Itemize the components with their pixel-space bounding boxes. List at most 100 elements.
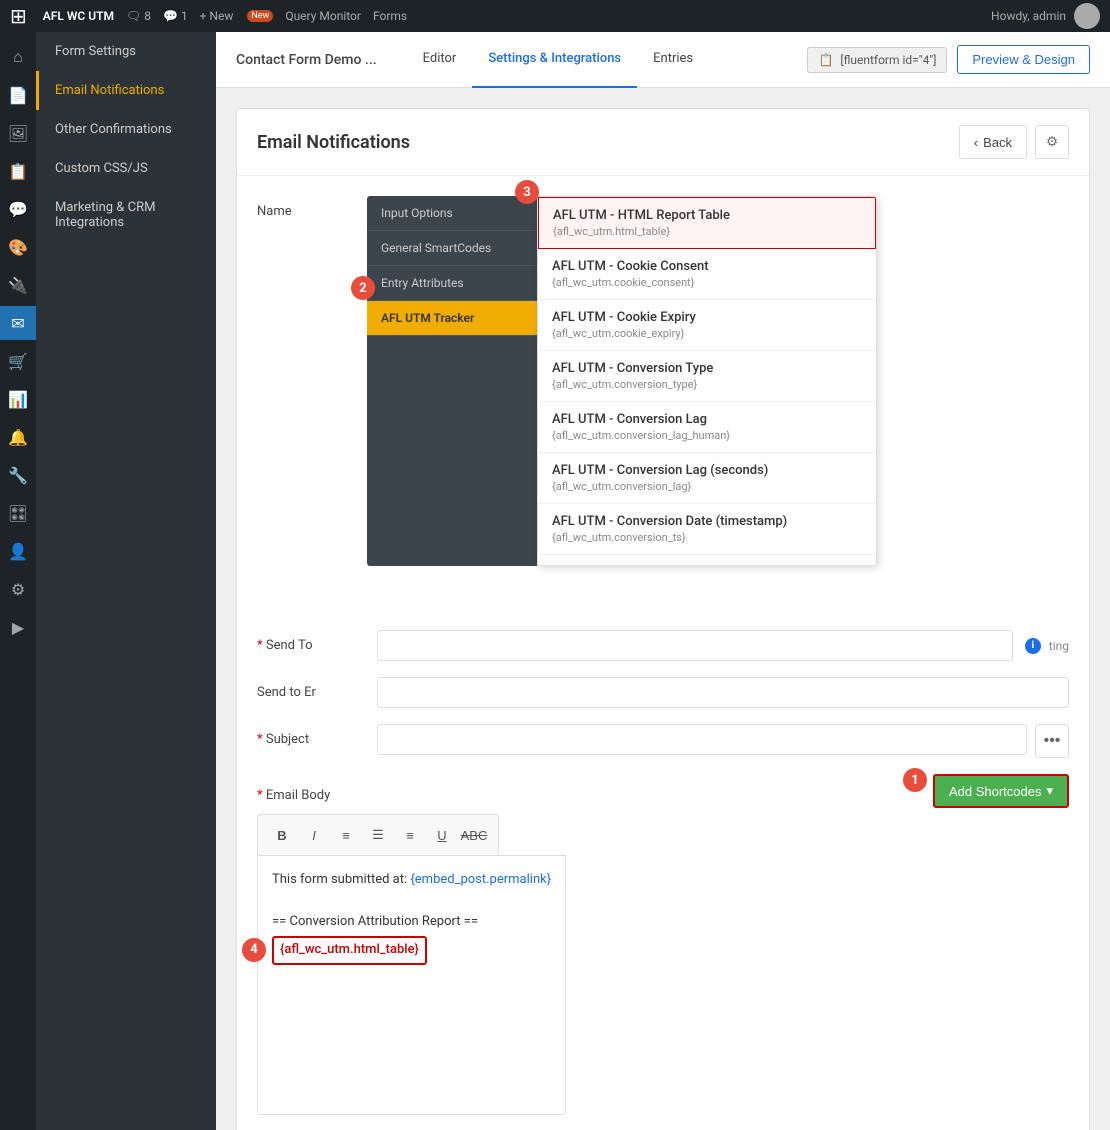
shortcode-item-2[interactable]: AFL UTM - Cookie Expiry {afl_wc_utm.cook… (538, 300, 876, 351)
sidebar-item-marketing[interactable]: Marketing & CRM Integrations (36, 188, 216, 242)
preview-design-button[interactable]: Preview & Design (957, 45, 1090, 74)
step-3-circle: 3 (515, 180, 539, 204)
send-to-er-input[interactable] (377, 677, 1069, 708)
send-to-er-label: Send to Er (257, 677, 377, 700)
icon-bar-users[interactable]: 👤 (0, 534, 36, 568)
icon-bar-customize[interactable]: 🎛 (0, 496, 36, 530)
icon-bar-woo[interactable]: 🛒 (0, 344, 36, 378)
send-to-input[interactable] (377, 630, 1013, 661)
align-left-button[interactable]: ≡ (332, 821, 360, 849)
subject-input[interactable] (377, 724, 1027, 755)
editor-line1: This form submitted at: {embed_post.perm… (272, 870, 551, 891)
icon-bar-plugins[interactable]: 🔌 (0, 268, 36, 302)
align-center-button[interactable]: ☰ (364, 821, 392, 849)
howdy-text: Howdy, admin (991, 9, 1066, 23)
icon-bar-fluent[interactable]: ✉ (0, 306, 36, 340)
shortcode-tab-input-options[interactable]: Input Options (367, 196, 537, 231)
email-body-label: * Email Body (257, 780, 377, 803)
back-arrow-icon: ‹ (974, 135, 978, 150)
name-row: Name ⊞ 3 Input Options (257, 196, 1069, 230)
new-button[interactable]: + New (200, 9, 234, 23)
icon-bar-comments[interactable]: 💬 (0, 192, 36, 226)
email-notifications-panel: Email Notifications ‹ Back ⚙ Na (236, 108, 1090, 1130)
sidebar-item-email-notifications[interactable]: Email Notifications (36, 71, 216, 110)
shortcode-tab-general[interactable]: General SmartCodes (367, 231, 537, 266)
form-section: Name ⊞ 3 Input Options (237, 176, 1089, 1130)
shortcode-item-5[interactable]: AFL UTM - Conversion Lag (seconds) {afl_… (538, 453, 876, 504)
add-shortcodes-button[interactable]: Add Shortcodes ▾ (933, 774, 1069, 808)
step-2-circle: 2 (351, 276, 375, 300)
step-4-circle: 4 (242, 938, 266, 962)
site-name[interactable]: AFL WC UTM (43, 9, 114, 23)
tab-editor[interactable]: Editor (407, 32, 473, 88)
icon-bar-media[interactable]: 🖼 (0, 116, 36, 150)
panel-header: Email Notifications ‹ Back ⚙ (237, 109, 1089, 176)
shortcode-tab-entry[interactable]: 2 Entry Attributes (367, 266, 537, 301)
shortcode-list: AFL UTM - HTML Report Table {afl_wc_utm.… (537, 196, 877, 566)
send-to-label: * Send To (257, 630, 377, 653)
top-bar: Contact Form Demo ... Editor Settings & … (216, 32, 1110, 88)
shortcode-item-6[interactable]: AFL UTM - Conversion Date (timestamp) {a… (538, 504, 876, 555)
main-content: Contact Form Demo ... Editor Settings & … (216, 32, 1110, 1130)
shortcode-in-editor: {afl_wc_utm.html_table} (272, 936, 427, 965)
icon-bar-appearance[interactable]: 🎨 (0, 230, 36, 264)
top-bar-tabs: Editor Settings & Integrations Entries (407, 32, 710, 88)
icon-bar-posts[interactable]: 📄 (0, 78, 36, 112)
sidebar-item-other-confirmations[interactable]: Other Confirmations (36, 110, 216, 149)
tab-settings[interactable]: Settings & Integrations (472, 32, 637, 88)
shortcode-item-1[interactable]: AFL UTM - Cookie Consent {afl_wc_utm.coo… (538, 249, 876, 300)
subject-row: * Subject ••• (257, 724, 1069, 758)
shortcode-dropdown: 3 Input Options General SmartCodes 2 Ent… (367, 196, 877, 566)
shortcode-item-7[interactable]: AFL UTM - Conversion Date (utc) {afl_wc_… (538, 555, 876, 566)
back-button[interactable]: ‹ Back (959, 125, 1027, 159)
shortcode-item-4[interactable]: AFL UTM - Conversion Lag {afl_wc_utm.con… (538, 402, 876, 453)
strikethrough-button[interactable]: ABC (460, 821, 488, 849)
send-to-er-row: Send to Er (257, 677, 1069, 708)
tab-entries[interactable]: Entries (637, 32, 709, 88)
send-to-row: * Send To i ting (257, 630, 1069, 661)
shortcode-item-0[interactable]: AFL UTM - HTML Report Table {afl_wc_utm.… (538, 197, 876, 249)
gear-icon: ⚙ (1046, 134, 1058, 150)
shortcode-badge[interactable]: 📋 [fluentform id="4"] (807, 47, 947, 73)
icon-bar-dashboard[interactable]: ⌂ (0, 40, 36, 74)
email-body-editor[interactable]: This form submitted at: {embed_post.perm… (257, 855, 566, 1115)
shortcode-tab-afl-utm[interactable]: AFL UTM Tracker (367, 301, 537, 336)
icon-bar-analytics[interactable]: 📊 (0, 382, 36, 416)
routing-info-icon: i (1025, 638, 1041, 654)
gear-button[interactable]: ⚙ (1035, 125, 1069, 159)
shortcode-value: [fluentform id="4"] (840, 53, 936, 67)
shortcode-item-3[interactable]: AFL UTM - Conversion Type {afl_wc_utm.co… (538, 351, 876, 402)
editor-toolbar: B I ≡ ☰ ≡ U ABC (257, 814, 499, 855)
wp-logo-icon: ⊞ (10, 4, 27, 28)
sidebar-item-form-settings[interactable]: Form Settings (36, 32, 216, 71)
italic-button[interactable]: I (300, 821, 328, 849)
icon-bar-pages[interactable]: 📋 (0, 154, 36, 188)
underline-button[interactable]: U (428, 821, 456, 849)
sidebar: Form Settings Email Notifications Other … (36, 32, 216, 1130)
subject-label: * Subject (257, 724, 377, 747)
form-title: Contact Form Demo ... (236, 52, 377, 68)
step-1-circle: 1 (903, 768, 927, 792)
icon-bar: ⌂ 📄 🖼 📋 💬 🎨 🔌 ✉ 🛒 📊 🔔 🔧 🎛 👤 ⚙ ▶ (0, 32, 36, 1130)
panel-title: Email Notifications (257, 132, 410, 153)
query-monitor-link[interactable]: Query Monitor (285, 9, 361, 23)
icon-bar-notifications[interactable]: 🔔 (0, 420, 36, 454)
new-badge: New (247, 10, 273, 22)
shortcode-icon: 📋 (818, 53, 833, 67)
admin-avatar (1074, 3, 1100, 29)
message-count[interactable]: 💬 1 (163, 9, 188, 23)
chevron-down-icon: ▾ (1046, 783, 1053, 799)
icon-bar-tools[interactable]: 🔧 (0, 458, 36, 492)
icon-bar-settings[interactable]: ⚙ (0, 572, 36, 606)
sidebar-item-custom-css[interactable]: Custom CSS/JS (36, 149, 216, 188)
admin-bar: ⊞ AFL WC UTM 🗨 8 💬 1 + New New Query Mon… (0, 0, 1110, 32)
forms-link[interactable]: Forms (373, 9, 407, 23)
shortcode-tabs: Input Options General SmartCodes 2 Entry… (367, 196, 537, 566)
icon-bar-widget[interactable]: ▶ (0, 610, 36, 644)
comment-count[interactable]: 🗨 8 (126, 9, 151, 23)
subject-dots-button[interactable]: ••• (1035, 724, 1069, 758)
align-right-button[interactable]: ≡ (396, 821, 424, 849)
name-label: Name (257, 196, 377, 219)
email-body-row: * Email Body 1 Add Shortcodes ▾ (257, 774, 1069, 1115)
bold-button[interactable]: B (268, 821, 296, 849)
